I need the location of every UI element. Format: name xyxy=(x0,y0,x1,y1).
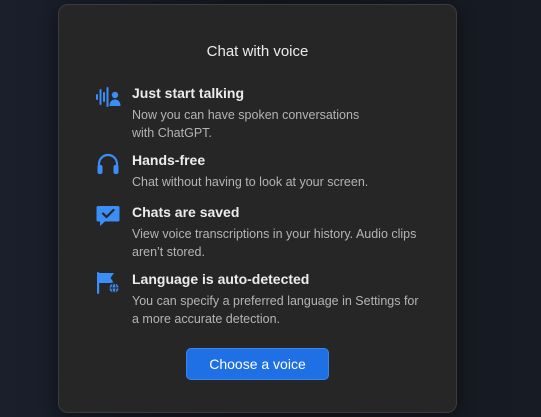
feature-title: Chats are saved xyxy=(132,204,240,220)
dialog-title: Chat with voice xyxy=(206,43,309,60)
headphones-icon xyxy=(95,152,121,176)
feature-description: Chat without having to look at your scre… xyxy=(132,175,369,189)
feature-title: Hands-free xyxy=(132,152,206,168)
feature-description: View voice transcriptions in your histor… xyxy=(132,227,417,259)
feature-title: Language is auto-detected xyxy=(132,271,310,287)
choose-voice-button[interactable]: Choose a voice xyxy=(186,348,329,380)
chat-check-icon xyxy=(95,204,121,228)
feature-description: Now you can have spoken conversations wi… xyxy=(132,108,360,140)
feature-description: You can specify a preferred language in … xyxy=(132,294,419,326)
feature-title: Just start talking xyxy=(132,85,245,101)
voice-user-icon xyxy=(95,85,121,109)
flag-globe-icon xyxy=(95,271,121,295)
voice-chat-dialog: Chat with voice Just start talking Now y… xyxy=(58,4,457,413)
